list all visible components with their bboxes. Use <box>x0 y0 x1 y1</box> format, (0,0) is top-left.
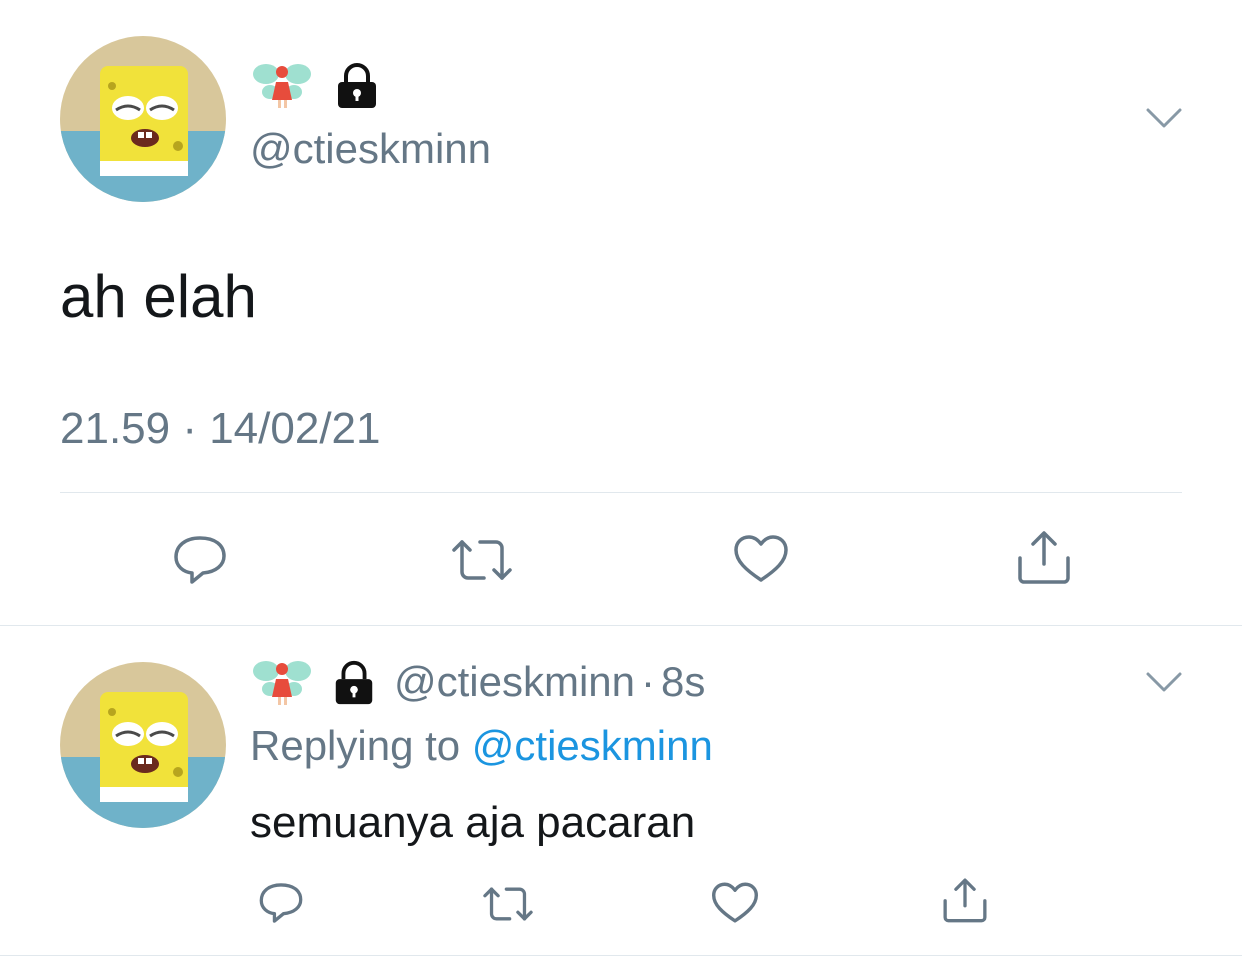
fairy-emoji-icon <box>253 64 311 108</box>
reply-header: @ctieskminn · 8s <box>252 654 705 710</box>
reply-retweet-button[interactable] <box>480 882 536 926</box>
like-icon <box>734 535 788 582</box>
reply-icon <box>174 536 226 584</box>
retweet-icon <box>483 887 533 921</box>
share-icon <box>1018 531 1070 584</box>
share-icon <box>943 878 987 923</box>
reply-chevron-down-icon[interactable] <box>1144 668 1184 701</box>
reply-like-button[interactable] <box>710 880 760 926</box>
main-chevron-down-icon[interactable] <box>1144 104 1184 137</box>
replying-to-mention[interactable]: @ctieskminn <box>472 722 713 769</box>
tweet-separator <box>0 625 1242 626</box>
reply-reply-button[interactable] <box>256 880 306 926</box>
main-tweet-text: ah elah <box>60 263 257 330</box>
lock-icon <box>338 63 377 108</box>
bottom-divider <box>0 955 1242 956</box>
main-timestamp[interactable]: 21.59 · 14/02/21 <box>60 402 380 456</box>
replying-to-label: Replying to <box>250 722 461 769</box>
spongebob-avatar-icon <box>60 662 226 828</box>
main-reply-button[interactable] <box>170 532 230 588</box>
main-share-button[interactable] <box>1014 528 1074 586</box>
main-like-button[interactable] <box>732 532 790 586</box>
main-retweet-button[interactable] <box>448 534 516 586</box>
main-badges <box>252 60 382 110</box>
reply-icon <box>259 883 303 923</box>
reply-tweet-text: semuanya aja pacaran <box>250 798 696 847</box>
main-divider <box>60 492 1182 493</box>
reply-share-button[interactable] <box>940 876 990 924</box>
reply-separator: · <box>641 658 656 705</box>
reply-age[interactable]: 8s <box>661 658 705 706</box>
main-handle[interactable]: @ctieskminn <box>250 124 491 174</box>
reply-handle[interactable]: @ctieskminn <box>394 658 635 706</box>
main-avatar[interactable] <box>60 36 226 202</box>
lock-icon <box>335 660 373 705</box>
spongebob-avatar-icon <box>60 36 226 202</box>
retweet-icon <box>452 540 512 580</box>
reply-avatar[interactable] <box>60 662 226 828</box>
like-icon <box>712 882 758 923</box>
replying-to-line: Replying to @ctieskminn <box>250 720 713 772</box>
fairy-emoji-icon <box>253 661 311 705</box>
